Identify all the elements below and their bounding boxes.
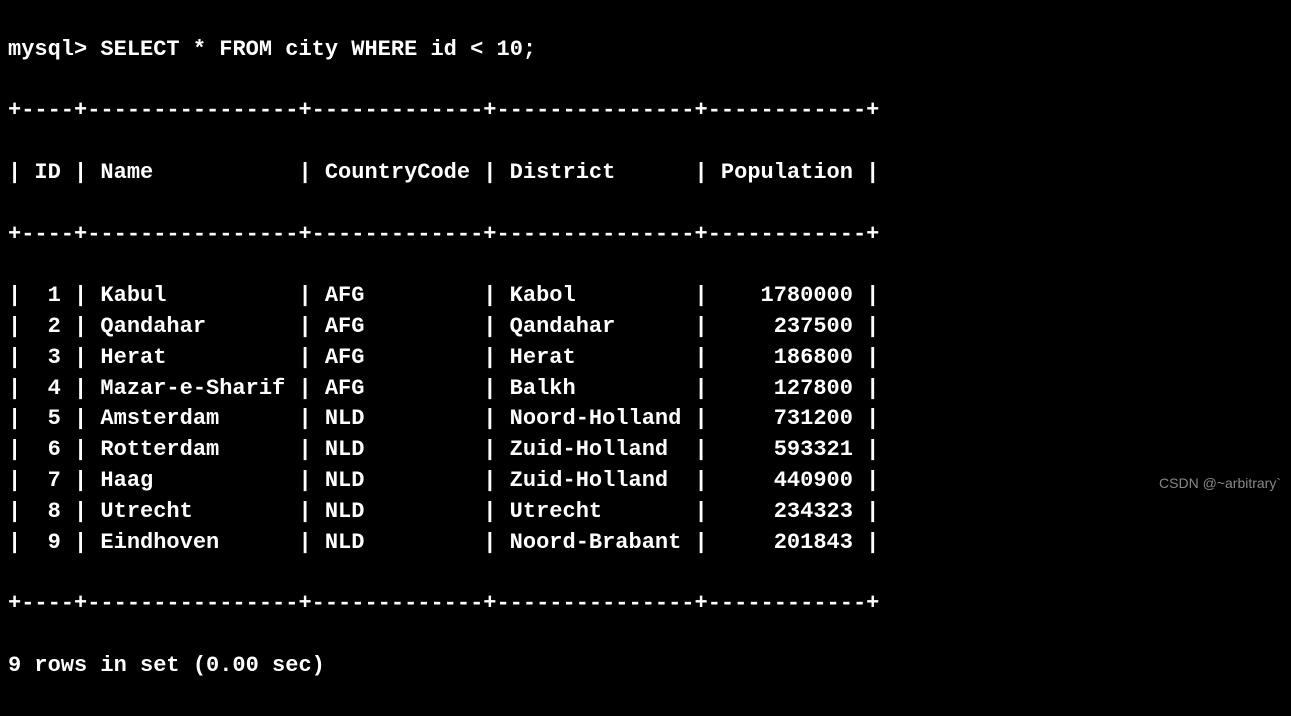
- mysql-prompt: mysql>: [8, 37, 87, 62]
- table-row: | 5 | Amsterdam | NLD | Noord-Holland | …: [8, 404, 1283, 435]
- table-row: | 1 | Kabul | AFG | Kabol | 1780000 |: [8, 281, 1283, 312]
- query-line: mysql> SELECT * FROM city WHERE id < 10;: [8, 35, 1283, 66]
- table-row: | 9 | Eindhoven | NLD | Noord-Brabant | …: [8, 528, 1283, 559]
- table-row: | 4 | Mazar-e-Sharif | AFG | Balkh | 127…: [8, 374, 1283, 405]
- watermark: CSDN @~arbitrary`: [1159, 474, 1281, 494]
- table-border-bottom: +----+----------------+-------------+---…: [8, 589, 1283, 620]
- table-row: | 7 | Haag | NLD | Zuid-Holland | 440900…: [8, 466, 1283, 497]
- table-row: | 2 | Qandahar | AFG | Qandahar | 237500…: [8, 312, 1283, 343]
- table-row: | 8 | Utrecht | NLD | Utrecht | 234323 |: [8, 497, 1283, 528]
- table-border-mid: +----+----------------+-------------+---…: [8, 220, 1283, 251]
- result-footer: 9 rows in set (0.00 sec): [8, 651, 1283, 682]
- sql-query: SELECT * FROM city WHERE id < 10;: [100, 37, 536, 62]
- table-row: | 3 | Herat | AFG | Herat | 186800 |: [8, 343, 1283, 374]
- table-row: | 6 | Rotterdam | NLD | Zuid-Holland | 5…: [8, 435, 1283, 466]
- mysql-terminal: mysql> SELECT * FROM city WHERE id < 10;…: [0, 0, 1291, 716]
- table-border-top: +----+----------------+-------------+---…: [8, 96, 1283, 127]
- table-body: | 1 | Kabul | AFG | Kabol | 1780000 || 2…: [8, 281, 1283, 558]
- table-header-row: | ID | Name | CountryCode | District | P…: [8, 158, 1283, 189]
